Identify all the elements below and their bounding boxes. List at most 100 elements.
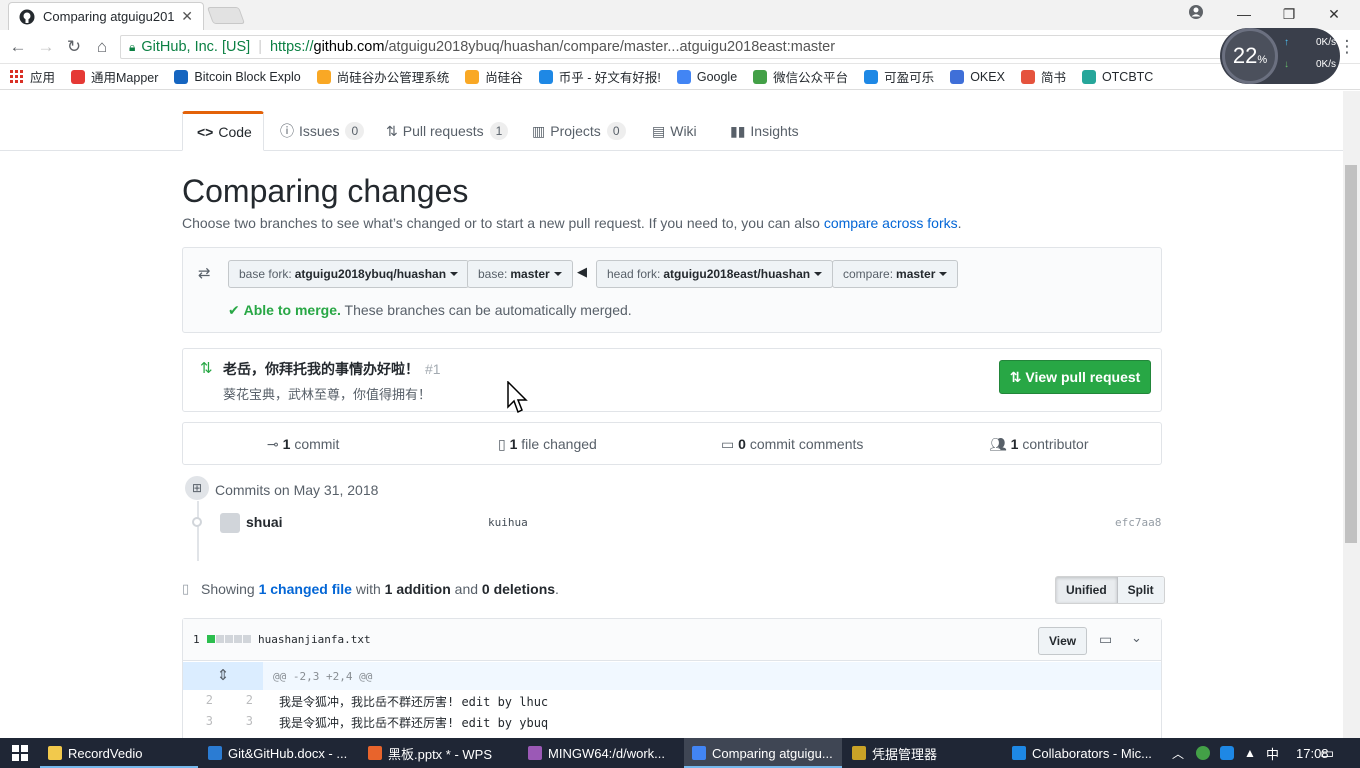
reload-icon[interactable]: ↻ [64, 37, 84, 57]
split-button[interactable]: Split [1117, 577, 1164, 603]
bookmark-item[interactable]: 尚硅谷办公管理系统 [316, 67, 450, 86]
taskbar-item[interactable]: Comparing atguigu... [684, 738, 842, 768]
pr-icon: ⇅ [386, 122, 398, 139]
tray-up-icon[interactable]: ︿ [1172, 738, 1184, 768]
repo-nav: <> Code ⓘ Issues 0 ⇅ Pull requests 1 ▥ Project… [0, 91, 1343, 151]
taskbar-item-label: Git&GitHub.docx - ... [228, 745, 348, 761]
head-fork-select[interactable]: head fork: atguigu2018east/huashan [596, 260, 834, 288]
new-tab-button[interactable] [206, 7, 246, 24]
taskbar-item[interactable]: Git&GitHub.docx - ... [200, 738, 358, 768]
taskbar-item[interactable]: 黑板.pptx * - WPS [360, 738, 518, 768]
comment-icon: ▭ [721, 436, 735, 452]
bookmark-favicon-icon [864, 69, 879, 84]
commit-message[interactable]: kuihua [488, 516, 528, 529]
changed-files-link[interactable]: 1 changed file [259, 581, 352, 597]
taskbar-item[interactable]: 凭据管理器 [844, 738, 1000, 768]
commit-sha[interactable]: efc7aa8 [1115, 516, 1161, 529]
file-header: 1 huashanjianfa.txt View ▭ ⌄ [183, 619, 1161, 661]
issue-icon: ⓘ [280, 123, 294, 139]
taskbar-app-icon [852, 746, 866, 760]
tab-wiki[interactable]: ▤ Wiki [638, 111, 711, 151]
taskbar-item[interactable]: Collaborators - Mic... [1004, 738, 1164, 768]
contributors-stat[interactable]: 👥︎ 1 contributor [989, 436, 1089, 453]
minimize-icon[interactable]: — [1233, 4, 1255, 24]
address-bar[interactable]: 🔒︎ GitHub, Inc. [US] | https://github.co… [120, 35, 1230, 59]
bookmark-favicon-icon [174, 69, 189, 84]
browser-tab-active[interactable]: Comparing atguigu201 ✕ [8, 2, 204, 30]
unfold-icon[interactable]: ⇕ [183, 662, 263, 690]
bookmark-item[interactable]: 应用 [10, 67, 55, 86]
diff-count: 1 [193, 633, 200, 646]
taskbar-app-icon [1012, 746, 1026, 760]
bookmark-item[interactable]: 微信公众平台 [753, 67, 848, 86]
base-branch-select[interactable]: base: master [467, 260, 573, 288]
scrollbar-thumb[interactable] [1345, 165, 1357, 543]
tray-app-icon[interactable] [1196, 738, 1210, 768]
compare-across-forks-link[interactable]: compare across forks [824, 215, 958, 231]
arrow-left-icon: ◀ [577, 264, 587, 279]
taskbar-item-label: Comparing atguigu... [712, 745, 833, 761]
bookmark-item[interactable]: OKEX [950, 69, 1005, 84]
restore-icon[interactable]: ❐ [1278, 4, 1300, 24]
taskbar-app-icon [48, 746, 62, 760]
merge-status: ✔ Able to merge. These branches can be a… [228, 302, 632, 318]
close-tab-icon[interactable]: ✕ [181, 8, 193, 25]
bookmark-item[interactable]: OTCBTC [1081, 69, 1153, 84]
bookmark-label: 币乎 - 好文有好报! [558, 71, 661, 85]
chevron-down-icon[interactable]: ⌄ [1131, 630, 1142, 646]
taskbar-item-label: Collaborators - Mic... [1032, 745, 1152, 761]
commits-stat[interactable]: ⊸ 1 commit [267, 436, 339, 453]
bookmark-item[interactable]: Google [676, 69, 737, 84]
bookmark-label: Bitcoin Block Explo [194, 69, 301, 84]
bookmark-label: 应用 [30, 71, 56, 85]
hunk-range: @@ -2,3 +2,4 @@ [273, 670, 373, 683]
diff-line: 3 3 我是令狐冲，我比岳不群还厉害! edit by ybuq [205, 714, 549, 730]
close-window-icon[interactable]: ✕ [1323, 4, 1345, 24]
bookmark-item[interactable]: 通用Mapper [71, 67, 158, 86]
view-pull-request-button[interactable]: ⇅ View pull request [999, 360, 1151, 394]
notification-icon[interactable]: ▭ [1320, 738, 1334, 768]
view-file-button[interactable]: View [1038, 627, 1088, 655]
file-name[interactable]: huashanjianfa.txt [258, 633, 371, 646]
device-desktop-icon[interactable]: ▭ [1099, 631, 1112, 648]
tab-projects[interactable]: ▥ Projects 0 [518, 111, 640, 151]
tab-insights[interactable]: ▮▮ Insights [716, 111, 813, 151]
tab-issues[interactable]: ⓘ Issues 0 [266, 111, 378, 151]
start-button[interactable] [0, 738, 40, 768]
taskbar-item[interactable]: MINGW64:/d/work... [520, 738, 680, 768]
windows-icon [12, 745, 28, 761]
bookmark-label: 尚硅谷办公管理系统 [336, 71, 450, 85]
commit-author[interactable]: shuai [246, 514, 283, 530]
avatar[interactable] [220, 513, 240, 533]
tab-code[interactable]: <> Code [182, 111, 264, 151]
home-icon[interactable]: ⌂ [92, 37, 112, 57]
page-content: <> Code ⓘ Issues 0 ⇅ Pull requests 1 ▥ Project… [0, 91, 1343, 738]
base-fork-select[interactable]: base fork: atguigu2018ybuq/huashan [228, 260, 470, 288]
comments-stat[interactable]: ▭ 0 commit comments [721, 436, 863, 453]
bookmark-item[interactable]: 简书 [1020, 67, 1066, 86]
unified-button[interactable]: Unified [1056, 577, 1118, 603]
bookmark-label: 简书 [1040, 71, 1066, 85]
bookmark-item[interactable]: 币乎 - 好文有好报! [538, 67, 661, 86]
bookmark-label: 通用Mapper [91, 71, 159, 85]
back-icon[interactable]: ← [8, 37, 28, 57]
bookmark-item[interactable]: 可盈可乐 [864, 67, 934, 86]
bookmark-label: 尚硅谷 [485, 71, 523, 85]
security-tray-icon[interactable] [1220, 738, 1234, 768]
taskbar-item[interactable]: RecordVedio [40, 738, 198, 768]
ime-indicator[interactable]: 中 [1266, 738, 1279, 768]
forward-icon[interactable]: → [36, 37, 56, 57]
profile-icon[interactable] [1185, 4, 1207, 24]
tab-pull-requests[interactable]: ⇅ Pull requests 1 [372, 111, 522, 151]
compare-stats: ⊸ 1 commit ▯ 1 file changed ▭ 0 commit c… [182, 422, 1162, 465]
pr-icon: ⇅ [200, 360, 213, 377]
files-stat[interactable]: ▯ 1 file changed [498, 436, 597, 453]
pr-description: 葵花宝典，武林至尊，你值得拥有！ [223, 387, 432, 402]
network-icon[interactable]: ▲ [1244, 738, 1256, 768]
bookmark-item[interactable]: Bitcoin Block Explo [174, 69, 301, 84]
menu-icon[interactable]: ⋮ [1337, 37, 1357, 57]
pr-title[interactable]: 老岳，你拜托我的事情办好啦！ #1 [223, 359, 441, 379]
diff-summary: Showing 1 changed file with 1 addition a… [201, 581, 559, 597]
compare-branch-select[interactable]: compare: master [832, 260, 959, 288]
bookmark-item[interactable]: 尚硅谷 [465, 67, 523, 86]
